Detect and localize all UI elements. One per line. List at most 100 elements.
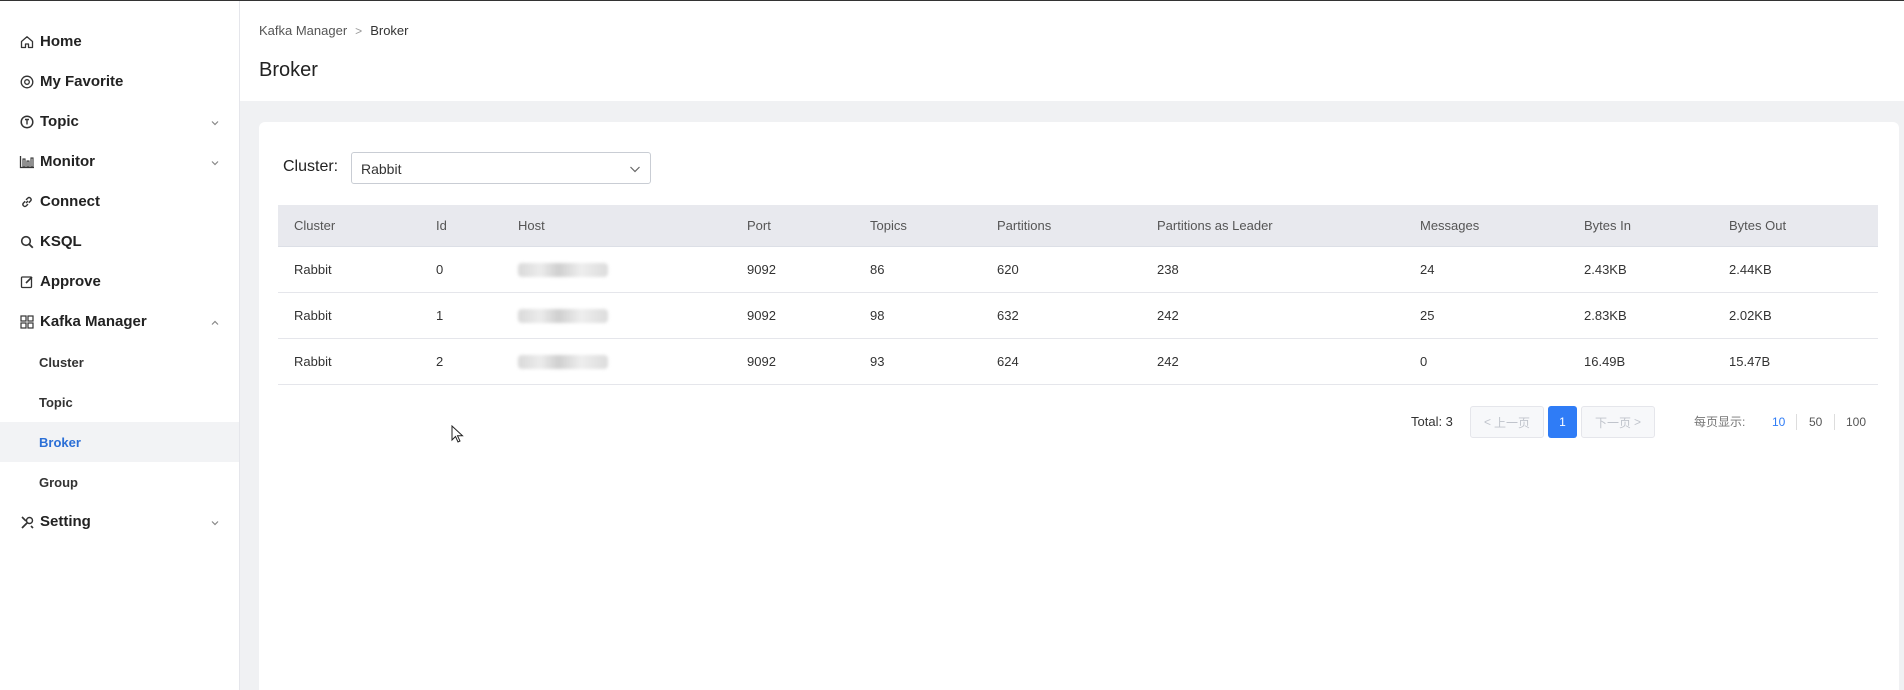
- cell-host-redacted: [518, 339, 608, 384]
- cell-host-redacted: [518, 293, 608, 338]
- cell-topics: 93: [870, 354, 885, 369]
- page-title: Broker: [259, 59, 318, 81]
- cell-bytes-in: 2.43KB: [1584, 262, 1627, 277]
- cell-id: 0: [436, 262, 444, 277]
- table-row: Rabbit 2 9092 93 624 242 0 16.49B 15.47B: [278, 339, 1878, 385]
- cell-cluster: Rabbit: [294, 262, 332, 277]
- cell-id: 2: [436, 354, 444, 369]
- cell-partitions-leader: 242: [1157, 308, 1179, 323]
- cell-bytes-out: 2.02KB: [1729, 308, 1772, 323]
- cell-messages: 0: [1420, 354, 1428, 369]
- sidebar-subitem-label: Cluster: [39, 355, 84, 370]
- breadcrumb-item-kafka-manager[interactable]: Kafka Manager: [259, 23, 347, 38]
- sidebar-item-approve[interactable]: Approve: [0, 262, 239, 302]
- sidebar-item-label: Kafka Manager: [40, 313, 147, 330]
- grid-icon: [19, 314, 35, 330]
- cell-cluster: Rabbit: [294, 354, 332, 369]
- home-icon: [19, 34, 35, 50]
- sidebar-item-topic[interactable]: Topic: [0, 102, 239, 142]
- chevron-up-icon: [209, 316, 221, 328]
- sidebar-item-monitor[interactable]: Monitor: [0, 142, 239, 182]
- breadcrumb: Kafka Manager > Broker: [259, 23, 408, 38]
- cluster-select[interactable]: Rabbit: [351, 152, 651, 184]
- cell-bytes-out: 15.47B: [1729, 354, 1771, 369]
- table-row: Rabbit 1 9092 98 632 242 25 2.83KB 2.02K…: [278, 293, 1878, 339]
- cell-port: 9092: [747, 354, 776, 369]
- column-header[interactable]: Port: [747, 205, 771, 246]
- cell-port: 9092: [747, 308, 776, 323]
- sidebar-subitem-topic[interactable]: Topic: [0, 382, 239, 422]
- sidebar-item-setting[interactable]: Setting: [0, 502, 239, 542]
- cell-host-redacted: [518, 247, 608, 292]
- sidebar-item-my-favorite[interactable]: My Favorite: [0, 62, 239, 102]
- chevron-down-icon: [628, 162, 642, 176]
- column-header[interactable]: Bytes Out: [1729, 205, 1786, 246]
- cell-messages: 25: [1420, 308, 1435, 323]
- cell-partitions-leader: 242: [1157, 354, 1179, 369]
- sidebar-subitem-label: Group: [39, 475, 78, 490]
- divider: [1834, 414, 1835, 430]
- cluster-select-value: Rabbit: [361, 161, 402, 177]
- cell-bytes-in: 16.49B: [1584, 354, 1626, 369]
- tools-icon: [19, 514, 35, 530]
- sidebar-subitem-cluster[interactable]: Cluster: [0, 342, 239, 382]
- column-header[interactable]: Messages: [1420, 205, 1479, 246]
- cell-topics: 98: [870, 308, 885, 323]
- sidebar-item-ksql[interactable]: KSQL: [0, 222, 239, 262]
- edit-icon: [19, 274, 35, 290]
- cell-bytes-in: 2.83KB: [1584, 308, 1627, 323]
- page-button-current[interactable]: 1: [1548, 406, 1577, 438]
- star-circle-icon: [19, 74, 35, 90]
- broker-panel: Cluster: Rabbit Cluster Id Host Port Top…: [259, 122, 1899, 690]
- column-header[interactable]: Partitions as Leader: [1157, 205, 1273, 246]
- column-header[interactable]: Topics: [870, 205, 907, 246]
- prev-page-label: 上一页: [1494, 415, 1531, 430]
- redacted-host: [518, 354, 608, 369]
- divider: [1796, 414, 1797, 430]
- sidebar-item-label: Home: [40, 33, 82, 50]
- sidebar-item-label: Setting: [40, 513, 91, 530]
- cell-partitions: 624: [997, 354, 1019, 369]
- chevron-down-icon: [209, 116, 221, 128]
- chart-icon: [19, 154, 35, 170]
- redacted-host: [518, 262, 608, 277]
- sidebar-item-label: Monitor: [40, 153, 95, 170]
- sidebar-subitem-broker[interactable]: Broker: [0, 422, 239, 462]
- cell-partitions: 632: [997, 308, 1019, 323]
- page-size-label: 每页显示:: [1694, 415, 1746, 429]
- sidebar-item-connect[interactable]: Connect: [0, 182, 239, 222]
- sidebar-item-kafka-manager[interactable]: Kafka Manager: [0, 302, 239, 342]
- sidebar-item-label: Approve: [40, 273, 101, 290]
- next-page-button[interactable]: 下一页 >: [1581, 406, 1655, 438]
- cell-port: 9092: [747, 262, 776, 277]
- page-size-option-10[interactable]: 10: [1772, 406, 1785, 438]
- sidebar-item-label: Connect: [40, 193, 100, 210]
- sidebar-item-label: My Favorite: [40, 73, 124, 90]
- redacted-host: [518, 308, 608, 323]
- topic-icon: [19, 114, 35, 130]
- cell-partitions: 620: [997, 262, 1019, 277]
- cell-cluster: Rabbit: [294, 308, 332, 323]
- broker-table: Cluster Id Host Port Topics Partitions P…: [278, 205, 1878, 385]
- column-header[interactable]: Partitions: [997, 205, 1051, 246]
- prev-page-button[interactable]: < 上一页: [1470, 406, 1544, 438]
- page-size-option-100[interactable]: 100: [1846, 406, 1866, 438]
- next-page-label: 下一页: [1594, 415, 1631, 430]
- cell-partitions-leader: 238: [1157, 262, 1179, 277]
- chevron-left-icon: <: [1483, 415, 1491, 429]
- cell-topics: 86: [870, 262, 885, 277]
- chevron-right-icon: >: [355, 23, 363, 38]
- sidebar-subitem-label: Broker: [39, 435, 81, 450]
- page-size-option-50[interactable]: 50: [1809, 406, 1822, 438]
- cell-messages: 24: [1420, 262, 1435, 277]
- cell-bytes-out: 2.44KB: [1729, 262, 1772, 277]
- column-header[interactable]: Host: [518, 205, 545, 246]
- sidebar-subitem-group[interactable]: Group: [0, 462, 239, 502]
- page-header: Kafka Manager > Broker Broker: [240, 1, 1904, 101]
- column-header[interactable]: Id: [436, 205, 447, 246]
- sidebar-subitem-label: Topic: [39, 395, 73, 410]
- sidebar-item-label: KSQL: [40, 233, 82, 250]
- sidebar-item-home[interactable]: Home: [0, 22, 239, 62]
- column-header[interactable]: Bytes In: [1584, 205, 1631, 246]
- column-header[interactable]: Cluster: [294, 205, 335, 246]
